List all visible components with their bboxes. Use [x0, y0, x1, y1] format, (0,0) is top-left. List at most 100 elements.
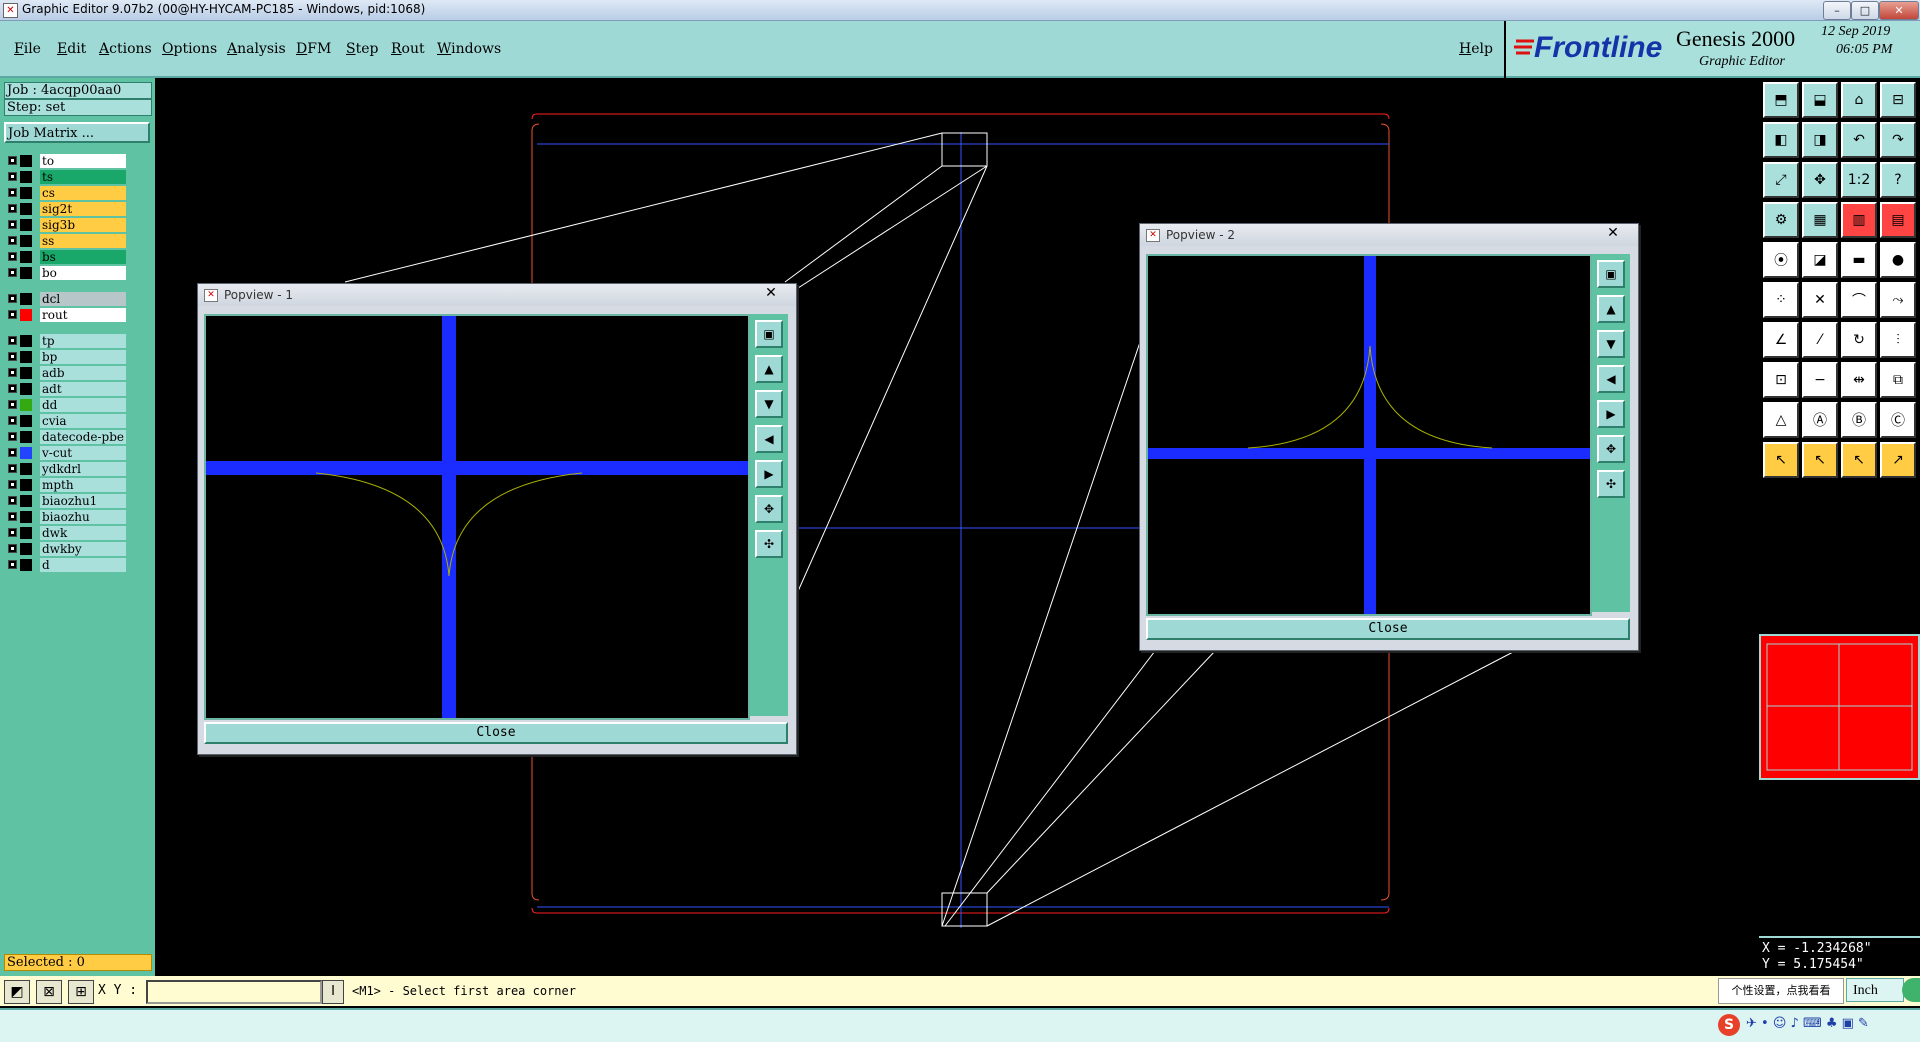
popview-1-view[interactable] — [204, 314, 750, 720]
popview-pan-down-icon[interactable]: ▼ — [1597, 330, 1625, 358]
layer-row[interactable]: dwkby — [6, 542, 126, 556]
layer-name[interactable]: v-cut — [40, 446, 126, 460]
layer-color-swatch[interactable] — [20, 187, 32, 199]
menu-dfm[interactable]: DFM — [296, 41, 331, 57]
layer-color-swatch[interactable] — [20, 309, 32, 321]
layer-color-swatch[interactable] — [20, 415, 32, 427]
menu-step[interactable]: Step — [346, 41, 378, 57]
layer-row[interactable]: adt — [6, 382, 126, 396]
layer-row[interactable]: dd — [6, 398, 126, 412]
snap-icon[interactable]: ⚙ — [1763, 202, 1799, 238]
layer-row[interactable]: d — [6, 558, 126, 572]
layer-name[interactable]: dwkby — [40, 542, 126, 556]
pointer-select-icon[interactable]: ↖ — [1802, 442, 1838, 478]
close-window-button[interactable]: ✕ — [1879, 1, 1919, 20]
highlight-icon[interactable]: ◪ — [1802, 242, 1838, 278]
popview-1-titlebar[interactable]: ✕ Popview - 1 — [198, 284, 796, 306]
menu-options[interactable]: Options — [162, 41, 217, 57]
layer-name[interactable]: rout — [40, 308, 126, 322]
grid-mode-icon[interactable]: ⊞ — [68, 980, 94, 1004]
layer-checkbox[interactable] — [8, 448, 17, 457]
popview-pan-up-icon[interactable]: ▲ — [755, 355, 783, 383]
menu-rout[interactable]: Rout — [391, 41, 425, 57]
layer-checkbox[interactable] — [8, 336, 17, 345]
popview-2-close-button[interactable]: Close — [1146, 618, 1630, 640]
move-icon[interactable]: ⇹ — [1841, 362, 1877, 398]
layer-row[interactable]: adb — [6, 366, 126, 380]
popview-2-view[interactable] — [1146, 254, 1592, 616]
ime-logo-icon[interactable]: S — [1718, 1014, 1740, 1036]
layer-checkbox[interactable] — [8, 368, 17, 377]
popview-pan-right-icon[interactable]: ▶ — [755, 460, 783, 488]
popview-1-close-icon[interactable]: ✕ — [752, 284, 790, 302]
popview-center-icon[interactable]: ✣ — [755, 530, 783, 558]
layer-color-swatch[interactable] — [20, 203, 32, 215]
layer-name[interactable]: cvia — [40, 414, 126, 428]
layer-color-swatch[interactable] — [20, 463, 32, 475]
layer-color-swatch[interactable] — [20, 267, 32, 279]
popview-pan-left-icon[interactable]: ◀ — [1597, 365, 1625, 393]
layer-row[interactable]: v-cut — [6, 446, 126, 460]
scale-1-2-icon[interactable]: 1:2 — [1841, 162, 1877, 198]
menu-help[interactable]: Help — [1459, 41, 1493, 57]
xy-input[interactable] — [146, 980, 322, 1004]
overview-map[interactable] — [1759, 634, 1920, 780]
popview-2-titlebar[interactable]: ✕ Popview - 2 — [1140, 224, 1638, 246]
layer-checkbox[interactable] — [8, 252, 17, 261]
layer-color-swatch[interactable] — [20, 335, 32, 347]
layer-name[interactable]: biaozhu — [40, 510, 126, 524]
popview-1-close-button[interactable]: Close — [204, 722, 788, 744]
layer-color-swatch[interactable] — [20, 479, 32, 491]
zoom-next-icon[interactable]: ◨ — [1802, 122, 1838, 158]
layer-checkbox[interactable] — [8, 496, 17, 505]
layer-checkbox[interactable] — [8, 544, 17, 553]
layer-color-swatch[interactable] — [20, 399, 32, 411]
split-icon[interactable]: ⫶ — [1880, 322, 1916, 358]
layer-name[interactable]: datecode-pbe — [40, 430, 126, 444]
layer-name[interactable]: adb — [40, 366, 126, 380]
layer-checkbox[interactable] — [8, 384, 17, 393]
layer-checkbox[interactable] — [8, 268, 17, 277]
layer-checkbox[interactable] — [8, 464, 17, 473]
popview-2-close-icon[interactable]: ✕ — [1594, 224, 1632, 242]
layer-name[interactable]: bp — [40, 350, 126, 364]
save-icon[interactable]: ⬓ — [1802, 82, 1838, 118]
help-icon[interactable]: ? — [1880, 162, 1916, 198]
slash-icon[interactable]: ⁄ — [1802, 322, 1838, 358]
layer-row[interactable]: biaozhu1 — [6, 494, 126, 508]
link-icon[interactable]: ⤳ — [1880, 282, 1916, 318]
pan-icon[interactable]: ✥ — [1802, 162, 1838, 198]
units-selector[interactable]: Inch — [1846, 978, 1904, 1002]
pointer-icon[interactable]: ↖ — [1763, 442, 1799, 478]
connect-icon[interactable]: ⁘ — [1763, 282, 1799, 318]
pad-icon[interactable]: ● — [1880, 242, 1916, 278]
popview-pan-right-icon[interactable]: ▶ — [1597, 400, 1625, 428]
layer-row[interactable]: dwk — [6, 526, 126, 540]
popview-pan-left-icon[interactable]: ◀ — [755, 425, 783, 453]
layer-row[interactable]: rout — [6, 308, 126, 322]
layer-row[interactable]: bo — [6, 266, 126, 280]
features-icon[interactable]: ▤ — [1880, 202, 1916, 238]
layer-row[interactable]: sig2t — [6, 202, 126, 216]
profile-icon[interactable]: ▥ — [1841, 202, 1877, 238]
layer-name[interactable]: dcl — [40, 292, 126, 306]
layer-name[interactable]: bo — [40, 266, 126, 280]
layer-color-swatch[interactable] — [20, 155, 32, 167]
layer-color-swatch[interactable] — [20, 495, 32, 507]
layer-color-swatch[interactable] — [20, 431, 32, 443]
layer-row[interactable]: mpth — [6, 478, 126, 492]
snap-mode-icon[interactable]: ◩ — [4, 980, 30, 1004]
layer-checkbox[interactable] — [8, 156, 17, 165]
layer-row[interactable]: bp — [6, 350, 126, 364]
popview-2-window[interactable]: ✕ Popview - 2 ✕ ▣ ▲ ▼ ◀ ▶ ✥ ✣ Close — [1139, 223, 1639, 651]
layer-name[interactable]: mpth — [40, 478, 126, 492]
layer-color-swatch[interactable] — [20, 219, 32, 231]
layer-name[interactable]: sig2t — [40, 202, 126, 216]
triangle-a-icon[interactable]: Ⓐ — [1802, 402, 1838, 438]
layer-name[interactable]: cs — [40, 186, 126, 200]
layer-color-swatch[interactable] — [20, 235, 32, 247]
layer-color-swatch[interactable] — [20, 527, 32, 539]
popview-1-window[interactable]: ✕ Popview - 1 ✕ ▣ ▲ ▼ ◀ ▶ ✥ ✣ Close — [197, 283, 797, 755]
layer-name[interactable]: biaozhu1 — [40, 494, 126, 508]
popview-zoom-in-icon[interactable]: ▣ — [1597, 260, 1625, 288]
